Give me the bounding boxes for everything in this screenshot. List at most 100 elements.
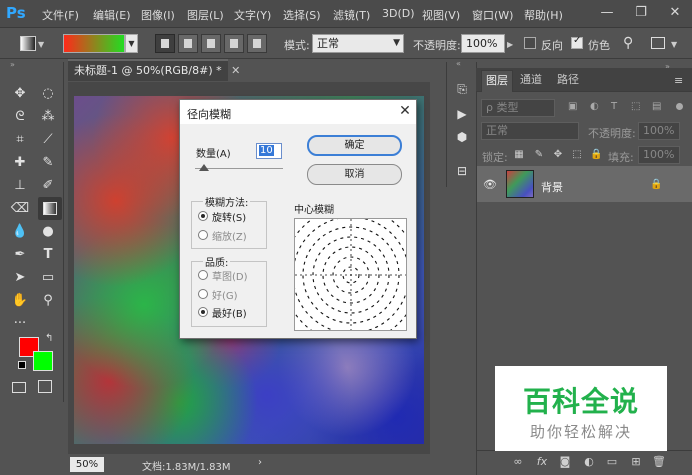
method-spin-label[interactable]: 旋转(S)	[212, 209, 246, 224]
menu-3d[interactable]: 3D(D)	[382, 7, 415, 20]
lock-position-icon[interactable]: ✥	[552, 149, 564, 161]
eye-icon[interactable]: 👁	[483, 178, 497, 191]
lock-all-icon[interactable]: 🔒	[590, 149, 602, 161]
mode-select[interactable]: 正常 ▼	[312, 34, 404, 53]
play-icon[interactable]: ▶	[455, 107, 469, 121]
history-brush-icon[interactable]: ✐	[38, 176, 58, 196]
layer-kind-filter[interactable]: ρ 类型	[481, 99, 555, 117]
reverse-checkbox[interactable]	[524, 37, 536, 49]
menu-window[interactable]: 窗口(W)	[472, 7, 513, 23]
quick-mask-icon[interactable]	[12, 382, 26, 393]
radial-gradient-button[interactable]	[178, 34, 198, 53]
gradient-swatch[interactable]	[63, 34, 125, 53]
crop-icon[interactable]: ⌗	[10, 130, 30, 150]
quality-best-label[interactable]: 最好(B)	[212, 305, 247, 320]
zoom-field[interactable]: 50%	[70, 457, 104, 472]
method-spin-radio[interactable]	[198, 211, 208, 221]
layer-name[interactable]: 背景	[541, 179, 563, 195]
zoom-icon[interactable]: ⚲	[38, 291, 58, 311]
workspace-icon[interactable]	[651, 37, 665, 49]
gradient-tool-preset-icon[interactable]	[20, 36, 36, 51]
magic-wand-icon[interactable]: ⁂	[38, 107, 58, 127]
fill-input[interactable]: 100%	[638, 146, 680, 164]
new-layer-icon[interactable]: ⊞	[629, 455, 643, 469]
lasso-icon[interactable]: ᘓ	[10, 107, 30, 127]
lock-image-icon[interactable]: ✎	[533, 149, 545, 161]
filter-adjustment-icon[interactable]: ◐	[590, 101, 599, 112]
chevron-down-icon[interactable]: ▼	[38, 40, 44, 49]
opacity-input[interactable]: 100%	[461, 34, 505, 53]
chevron-down-icon[interactable]: ▼	[671, 40, 677, 49]
panel-menu-icon[interactable]: ≡	[674, 74, 683, 87]
menu-select[interactable]: 选择(S)	[283, 7, 321, 23]
healing-icon[interactable]: ✚	[10, 153, 30, 173]
lock-transparent-icon[interactable]: ▦	[513, 149, 525, 161]
trash-icon[interactable]: 🗑	[652, 455, 666, 469]
cancel-button[interactable]: 取消	[307, 164, 402, 185]
collapse-icon[interactable]: »	[10, 60, 15, 69]
opacity-chevron-icon[interactable]: ▶	[507, 40, 513, 49]
default-colors-icon[interactable]	[18, 361, 26, 369]
dialog-close-icon[interactable]: ✕	[396, 102, 414, 120]
quality-best-radio[interactable]	[198, 307, 208, 317]
quality-good-label[interactable]: 好(G)	[212, 287, 238, 302]
gradient-icon[interactable]	[38, 197, 62, 220]
tab-channels[interactable]: 通道	[516, 70, 546, 92]
blend-mode-select[interactable]: 正常	[481, 122, 579, 140]
gradient-picker-chevron-icon[interactable]: ▼	[125, 34, 138, 53]
menu-filter[interactable]: 滤镜(T)	[333, 7, 370, 23]
filter-type-icon[interactable]: T	[611, 101, 617, 112]
eyedropper-icon[interactable]: ⟋	[38, 130, 58, 150]
background-color-swatch[interactable]	[33, 351, 53, 371]
menu-image[interactable]: 图像(I)	[141, 7, 175, 23]
close-icon[interactable]: ✕	[231, 64, 240, 77]
collapse-icon[interactable]: «	[456, 59, 461, 68]
dodge-icon[interactable]: ●	[38, 222, 58, 242]
tab-paths[interactable]: 路径	[553, 70, 583, 92]
brush-icon[interactable]: ✎	[38, 153, 58, 173]
blur-center-preview[interactable]	[294, 218, 407, 331]
filter-image-icon[interactable]: ▣	[568, 101, 577, 112]
reflected-gradient-button[interactable]	[224, 34, 244, 53]
restore-button[interactable]: ❐	[630, 4, 652, 22]
menu-type[interactable]: 文字(Y)	[234, 7, 271, 23]
menu-edit[interactable]: 编辑(E)	[93, 7, 131, 23]
layer-opacity-input[interactable]: 100%	[638, 122, 680, 140]
screen-mode-icon[interactable]	[38, 380, 52, 393]
filter-smart-object-icon[interactable]: ▤	[652, 101, 661, 112]
amount-input[interactable]: 10	[256, 143, 282, 159]
add-mask-icon[interactable]: ◙	[558, 455, 572, 469]
close-button[interactable]: ✕	[664, 4, 686, 22]
marquee-icon[interactable]: ◌	[38, 84, 58, 104]
link-layers-icon[interactable]: ∞	[511, 455, 525, 469]
menu-help[interactable]: 帮助(H)	[524, 7, 563, 23]
tab-layers[interactable]: 图层	[481, 70, 513, 92]
stamp-icon[interactable]: ⊥	[10, 176, 30, 196]
lock-artboard-icon[interactable]: ⬚	[571, 149, 583, 161]
move-icon[interactable]: ✥	[10, 84, 30, 104]
method-zoom-radio[interactable]	[198, 230, 208, 240]
type-icon[interactable]: T	[38, 245, 58, 265]
filter-shape-icon[interactable]: ⬚	[631, 101, 640, 112]
quality-draft-radio[interactable]	[198, 270, 208, 280]
method-zoom-label[interactable]: 缩放(Z)	[212, 228, 247, 243]
history-icon[interactable]: ⎘	[455, 82, 469, 96]
minimize-button[interactable]: —	[596, 4, 618, 22]
diamond-gradient-button[interactable]	[247, 34, 267, 53]
menu-file[interactable]: 文件(F)	[42, 7, 79, 23]
blur-icon[interactable]: 💧	[10, 222, 30, 242]
menu-view[interactable]: 视图(V)	[422, 7, 460, 23]
ok-button[interactable]: 确定	[307, 135, 402, 156]
document-tab[interactable]: 未标题-1 @ 50%(RGB/8#) * ✕	[68, 59, 240, 81]
swap-colors-icon[interactable]: ↰	[45, 333, 53, 344]
angle-gradient-button[interactable]	[201, 34, 221, 53]
new-group-icon[interactable]: ▭	[605, 455, 619, 469]
filter-toggle-icon[interactable]	[676, 103, 683, 110]
fx-icon[interactable]: fx	[535, 455, 549, 469]
more-icon[interactable]: ···	[10, 314, 30, 334]
path-select-icon[interactable]: ➤	[10, 268, 30, 288]
status-menu-arrow[interactable]: ›	[258, 457, 262, 468]
properties-icon[interactable]: ⊟	[455, 164, 469, 178]
amount-slider-thumb[interactable]	[199, 164, 209, 171]
eraser-icon[interactable]: ⌫	[10, 199, 30, 219]
